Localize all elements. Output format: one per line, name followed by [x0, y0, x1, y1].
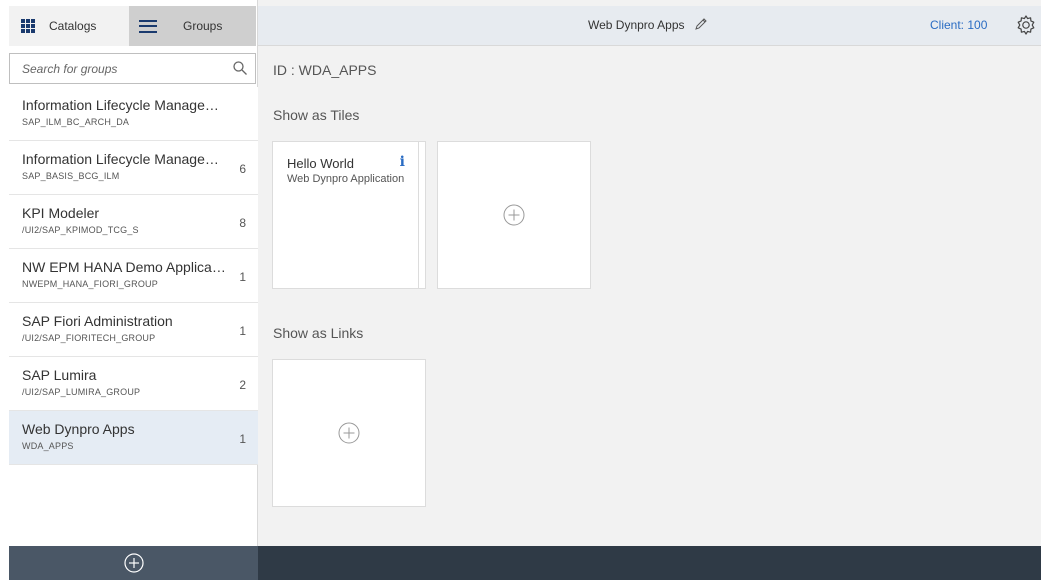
tab-catalogs[interactable]: Catalogs — [9, 6, 129, 46]
group-title: SAP Lumira — [22, 367, 97, 383]
group-count: 8 — [239, 216, 246, 230]
footer-bar — [258, 546, 1041, 580]
group-count: 1 — [239, 432, 246, 446]
plus-circle-icon — [503, 204, 525, 226]
tile-stack-edge — [418, 142, 419, 288]
section-title-links: Show as Links — [273, 325, 364, 341]
group-list-item[interactable]: Information Lifecycle Management SAP_BAS… — [9, 141, 258, 195]
group-count: 1 — [239, 270, 246, 284]
plus-circle-icon — [338, 422, 360, 444]
pencil-icon[interactable] — [694, 17, 708, 31]
group-list: Information Lifecycle Management SAP_ILM… — [9, 87, 258, 465]
gear-icon[interactable] — [1015, 14, 1037, 36]
group-title: Information Lifecycle Management — [22, 151, 227, 167]
tab-catalogs-label: Catalogs — [49, 19, 97, 33]
search-icon[interactable] — [233, 61, 247, 75]
group-count: 6 — [239, 162, 246, 176]
search-input[interactable] — [10, 54, 227, 83]
add-link-button[interactable] — [272, 359, 426, 507]
group-list-item[interactable]: Information Lifecycle Management SAP_ILM… — [9, 87, 258, 141]
group-name-title: Web Dynpro Apps — [588, 18, 685, 32]
group-title: Web Dynpro Apps — [22, 421, 135, 437]
group-id: /UI2/SAP_FIORITECH_GROUP — [22, 333, 156, 343]
grid-icon — [21, 19, 35, 33]
tile-title: Hello World — [287, 156, 354, 171]
group-title: Information Lifecycle Management — [22, 97, 227, 113]
page-header: Web Dynpro Apps Client: 100 — [258, 6, 1041, 46]
sidebar: Catalogs Groups Information Lifecycle Ma… — [0, 0, 258, 580]
app-tile[interactable]: Hello World i Web Dynpro Application — [272, 141, 426, 289]
info-icon[interactable]: i — [400, 154, 405, 170]
add-tile-button[interactable] — [437, 141, 591, 289]
add-group-button[interactable] — [9, 546, 258, 580]
plus-circle-icon — [123, 553, 144, 573]
group-list-item-selected[interactable]: Web Dynpro Apps WDA_APPS 1 — [9, 411, 258, 465]
group-count: 1 — [239, 324, 246, 338]
group-title: SAP Fiori Administration — [22, 313, 173, 329]
group-list-item[interactable]: NW EPM HANA Demo Applications NWEPM_HANA… — [9, 249, 258, 303]
group-list-item[interactable]: KPI Modeler /UI2/SAP_KPIMOD_TCG_S 8 — [9, 195, 258, 249]
menu-icon — [139, 19, 157, 33]
group-id: WDA_APPS — [22, 441, 74, 451]
group-id: NWEPM_HANA_FIORI_GROUP — [22, 279, 158, 289]
view-switcher: Catalogs Groups — [9, 6, 256, 46]
group-title: NW EPM HANA Demo Applications — [22, 259, 227, 275]
group-id: /UI2/SAP_KPIMOD_TCG_S — [22, 225, 139, 235]
search-box — [9, 53, 256, 84]
group-count: 2 — [239, 378, 246, 392]
group-id: SAP_ILM_BC_ARCH_DA — [22, 117, 130, 127]
section-title-tiles: Show as Tiles — [273, 107, 360, 123]
group-title: KPI Modeler — [22, 205, 100, 221]
tab-groups[interactable]: Groups — [129, 6, 256, 46]
group-id-label: ID : WDA_APPS — [273, 62, 377, 78]
group-id: SAP_BASIS_BCG_ILM — [22, 171, 120, 181]
tile-subtitle: Web Dynpro Application — [287, 173, 405, 185]
client-label: Client: 100 — [930, 18, 988, 32]
group-id: /UI2/SAP_LUMIRA_GROUP — [22, 387, 141, 397]
group-list-item[interactable]: SAP Lumira /UI2/SAP_LUMIRA_GROUP 2 — [9, 357, 258, 411]
tab-groups-label: Groups — [183, 19, 223, 33]
group-list-item[interactable]: SAP Fiori Administration /UI2/SAP_FIORIT… — [9, 303, 258, 357]
